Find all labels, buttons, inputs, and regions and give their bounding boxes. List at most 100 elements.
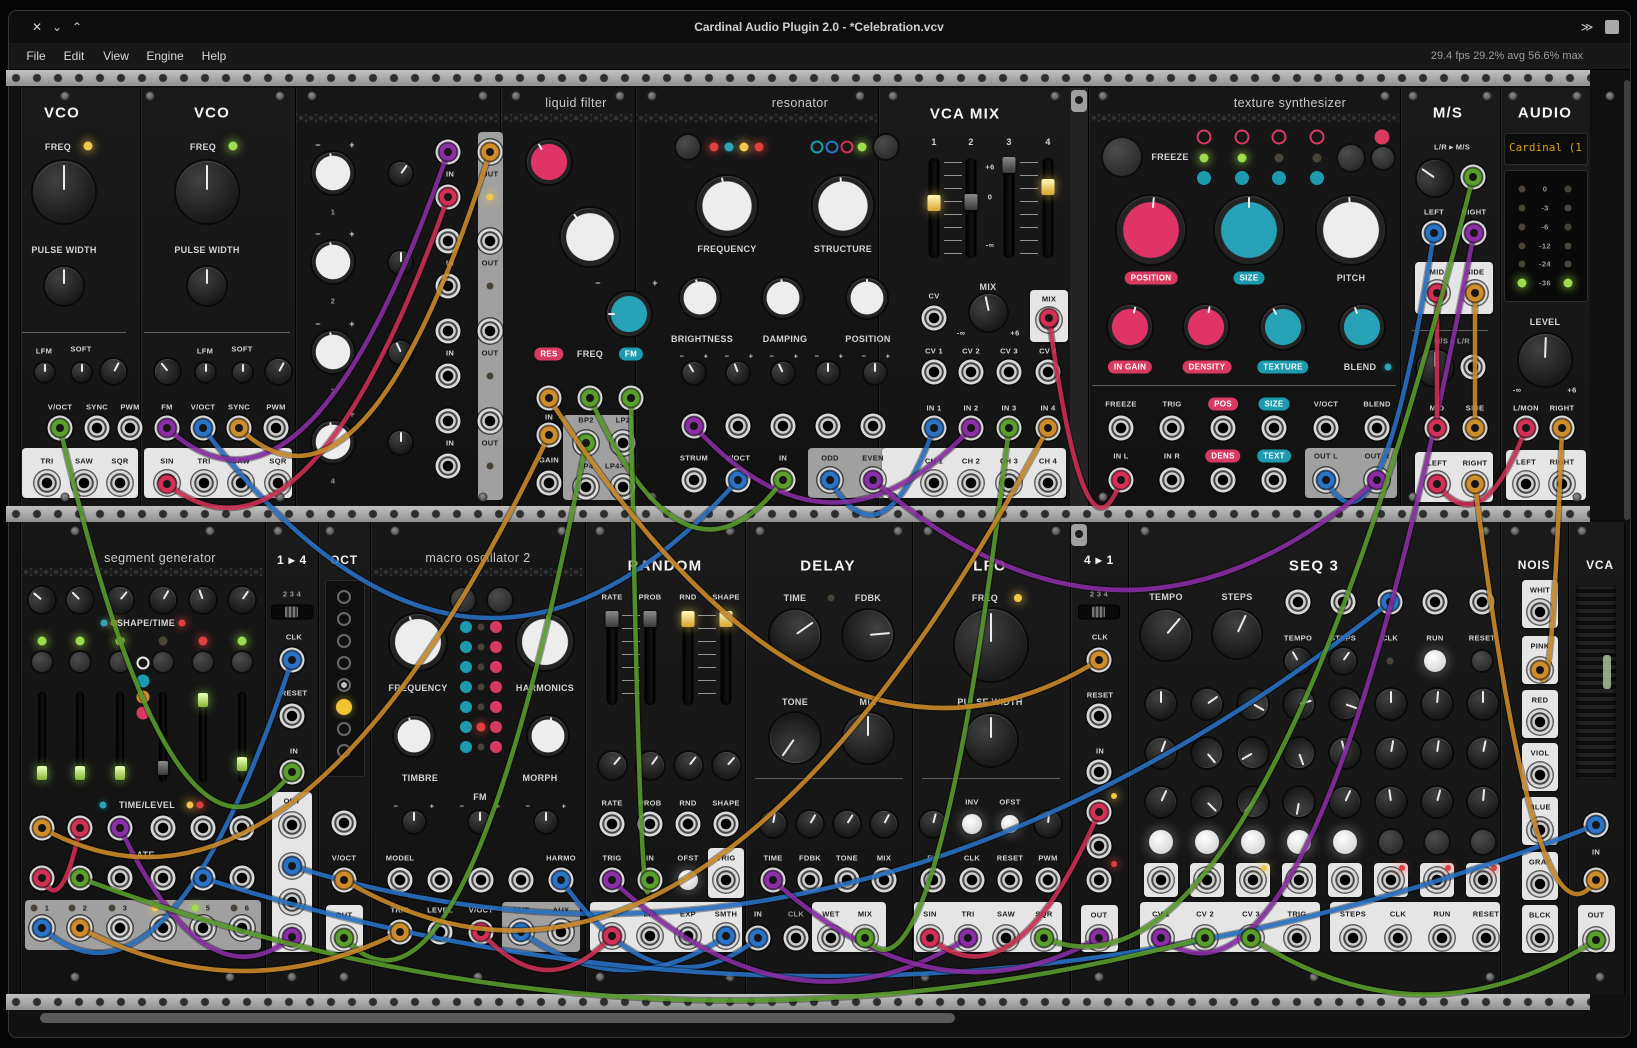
- resonator-poly-button[interactable]: [874, 135, 898, 159]
- seq3-step-6[interactable]: [1379, 830, 1403, 854]
- 1to4-out1-port[interactable]: [280, 813, 305, 838]
- segment-timelevel-port-4[interactable]: [151, 816, 176, 841]
- quad-out4-port[interactable]: [478, 409, 503, 434]
- seq3-cv1-port[interactable]: [1149, 926, 1174, 951]
- segment-out-port-3[interactable]: [108, 916, 133, 941]
- segment-slider-handle-2[interactable]: [75, 766, 85, 780]
- segment-mode-icon-white[interactable]: [137, 657, 150, 670]
- vco2-fm-port[interactable]: [155, 416, 180, 441]
- audio-right-port[interactable]: [1550, 416, 1575, 441]
- vcar-out-port[interactable]: [1584, 928, 1609, 953]
- audio-right-out-port[interactable]: [1550, 472, 1575, 497]
- seq3-clk-in-port[interactable]: [1386, 926, 1411, 951]
- macro-model-button-left[interactable]: [451, 588, 475, 612]
- segment-timelevel-port-2[interactable]: [68, 816, 93, 841]
- segment-slider-handle-4[interactable]: [158, 761, 168, 775]
- oct-step-7[interactable]: [337, 722, 351, 736]
- vco2-soft-knob[interactable]: [233, 363, 252, 382]
- 4to1-clk-port[interactable]: [1087, 648, 1112, 673]
- segment-gate-port-4[interactable]: [151, 866, 176, 891]
- seq3-step-8[interactable]: [1471, 830, 1495, 854]
- texture-mode-icon-1[interactable]: [1197, 130, 1212, 145]
- quad-in4b-port[interactable]: [436, 454, 461, 479]
- seq3-knob-r1c8[interactable]: [1468, 689, 1498, 719]
- delay-mix-port[interactable]: [872, 868, 897, 893]
- vco2-sync-port[interactable]: [227, 416, 252, 441]
- resonator-att-knob-5[interactable]: [864, 362, 886, 384]
- vco1-pw-knob[interactable]: [45, 267, 83, 305]
- random-exp-port[interactable]: [676, 924, 701, 949]
- segment-mode-icon-orange[interactable]: [137, 691, 150, 704]
- segment-button-4[interactable]: [153, 652, 173, 672]
- ms-mslr-in-port[interactable]: [1461, 355, 1486, 380]
- macro-model-button-right[interactable]: [488, 588, 512, 612]
- vco2-pwm-port[interactable]: [264, 416, 289, 441]
- vcamix-fader-handle-3[interactable]: [1003, 157, 1016, 173]
- texture-freeze-button[interactable]: [1103, 138, 1141, 176]
- vco1-voct-port[interactable]: [48, 416, 73, 441]
- lfo-ofst-button[interactable]: [1001, 815, 1019, 833]
- texture-pos-port[interactable]: [1211, 416, 1236, 441]
- liquid-res-port[interactable]: [537, 386, 562, 411]
- ms-right-port[interactable]: [1462, 221, 1487, 246]
- oct-step-4[interactable]: [337, 656, 351, 670]
- seq3-gate-port-4[interactable]: [1287, 868, 1312, 893]
- quad-att-knob-2[interactable]: [389, 251, 412, 274]
- segment-gate-port-2[interactable]: [68, 866, 93, 891]
- oct-step-5[interactable]: [337, 678, 351, 692]
- vcamix-fader-handle-4[interactable]: [1042, 179, 1055, 195]
- vcamix-in4-port[interactable]: [1036, 416, 1061, 441]
- vcamix-ch1-port[interactable]: [922, 471, 947, 496]
- seq3-step-3[interactable]: [1241, 830, 1265, 854]
- oct-step-8[interactable]: [337, 744, 351, 758]
- resonator-cv3-port[interactable]: [771, 414, 796, 439]
- liquid-lp2-port[interactable]: [611, 431, 636, 456]
- texture-freeze-port[interactable]: [1109, 416, 1134, 441]
- vcamix-ch4-port[interactable]: [1036, 471, 1061, 496]
- macro-model-port[interactable]: [388, 868, 413, 893]
- macro-voct-port[interactable]: [469, 920, 494, 945]
- seq3-run-port[interactable]: [1423, 590, 1448, 615]
- seq3-gate-port-3[interactable]: [1241, 868, 1266, 893]
- segment-timelevel-port-1[interactable]: [30, 816, 55, 841]
- delay-fdbk-port[interactable]: [798, 868, 823, 893]
- vertical-scrollbar[interactable]: [1624, 80, 1630, 520]
- lfo-pw-knob[interactable]: [965, 714, 1017, 766]
- vcar-slider-handle[interactable]: [1603, 655, 1611, 689]
- segment-gate-port-3[interactable]: [108, 866, 133, 891]
- vco1-sync-port[interactable]: [85, 416, 110, 441]
- 4to1-in2-port[interactable]: [1087, 800, 1112, 825]
- segment-button-1[interactable]: [32, 652, 52, 672]
- seq3-step-5[interactable]: [1333, 830, 1357, 854]
- macro-fm-att[interactable]: [469, 811, 491, 833]
- resonator-cv2-port[interactable]: [726, 414, 751, 439]
- ms-right-out-port[interactable]: [1463, 472, 1488, 497]
- quad-in1a-port[interactable]: [436, 140, 461, 165]
- vcamix-cv3-port[interactable]: [997, 360, 1022, 385]
- resonator-in-port[interactable]: [771, 468, 796, 493]
- quad-in3a-port[interactable]: [436, 319, 461, 344]
- texture-blend-port[interactable]: [1365, 416, 1390, 441]
- quad-att-knob-4[interactable]: [389, 431, 412, 454]
- segment-timelevel-port-5[interactable]: [191, 816, 216, 841]
- quad-in2b-port[interactable]: [436, 274, 461, 299]
- lfo-pwm-port[interactable]: [1036, 868, 1061, 893]
- segment-gate-port-6[interactable]: [230, 866, 255, 891]
- random-lin-port[interactable]: [638, 924, 663, 949]
- quad-in2a-port[interactable]: [436, 229, 461, 254]
- lfo-fm-port[interactable]: [921, 868, 946, 893]
- segment-button-5[interactable]: [193, 652, 213, 672]
- nois-red-port[interactable]: [1528, 710, 1553, 735]
- macro-morph-att[interactable]: [535, 811, 557, 833]
- segment-gate-port-5[interactable]: [191, 866, 216, 891]
- vco1-soft-knob[interactable]: [72, 363, 91, 382]
- random-shape-port[interactable]: [714, 812, 739, 837]
- seq3-steps-port[interactable]: [1331, 590, 1356, 615]
- resonator-att-knob-4[interactable]: [817, 362, 839, 384]
- oct-out-port[interactable]: [332, 926, 357, 951]
- 4to1-in3-port[interactable]: [1087, 834, 1112, 859]
- seq3-reset-button[interactable]: [1472, 651, 1492, 671]
- lfo-inv-button[interactable]: [962, 814, 982, 834]
- oct-step-3[interactable]: [337, 634, 351, 648]
- random-rate-port[interactable]: [600, 812, 625, 837]
